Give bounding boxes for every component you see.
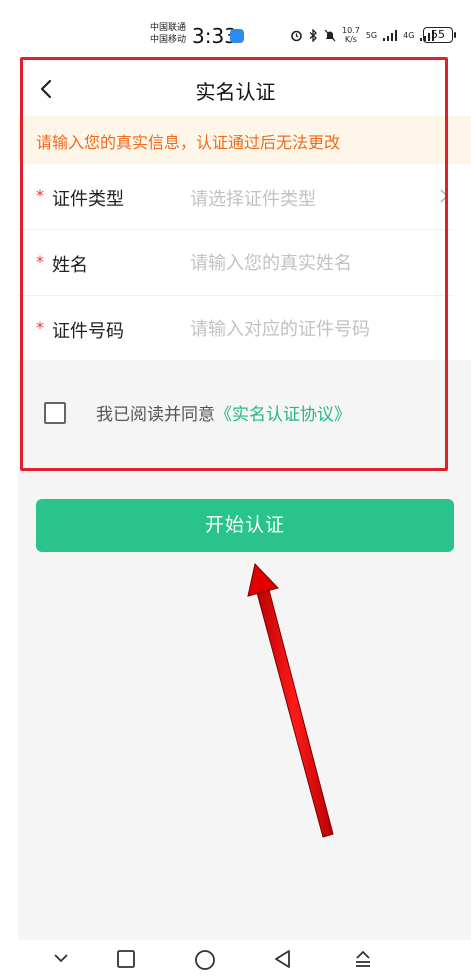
id-number-label: 证件号码 [52,321,124,342]
mute-icon [324,29,336,41]
chevron-right-icon [440,189,449,203]
speed-unit: K/s [344,35,357,44]
content-background: 我已阅读并同意 《实名认证协议》 [18,360,471,940]
signal-4g-label: 4G [403,30,415,40]
carrier-names: 中国联通 中国移动 [150,22,186,46]
speed-value: 10.7 [342,26,360,35]
home-icon[interactable] [194,949,216,971]
id-number-input[interactable] [190,312,435,346]
notice-banner: 请输入您的真实信息，认证通过后无法更改 [18,116,471,164]
bluetooth-icon [309,28,317,42]
keyboard-toggle-icon[interactable] [354,949,372,969]
battery-indicator: 55 [423,27,456,43]
agreement-row: 我已阅读并同意 《实名认证协议》 [44,400,351,425]
carrier-2: 中国移动 [150,35,187,45]
required-mark: * [36,252,44,271]
name-label: 姓名 [52,255,88,276]
page-title: 实名认证 [195,80,276,104]
alarm-icon [291,30,302,41]
back-triangle-icon[interactable] [273,949,293,969]
id-type-row[interactable]: * 证件类型 请选择证件类型 [18,164,453,230]
id-type-label: 证件类型 [52,189,124,210]
verification-form: * 证件类型 请选择证件类型 * 姓名 * 证件号码 [18,164,453,361]
signal-icon [383,29,398,41]
name-row: * 姓名 [18,230,453,296]
id-type-select[interactable]: 请选择证件类型 [190,185,316,211]
start-verification-button[interactable]: 开始认证 [36,499,454,552]
nav-header: 实名认证 [0,62,471,116]
notice-text: 请输入您的真实信息，认证通过后无法更改 [36,133,341,152]
agreement-checkbox[interactable] [44,401,66,424]
id-number-row: * 证件号码 [18,296,453,361]
agreement-link[interactable]: 《实名认证协议》 [215,400,351,425]
agreement-text: 我已阅读并同意 [96,405,215,425]
network-speed: 10.7 K/s [342,26,360,44]
carrier-1: 中国联通 [150,23,187,33]
notification-icon [230,29,244,43]
chevron-down-icon[interactable] [52,949,70,967]
required-mark: * [36,186,44,205]
status-icons: 10.7 K/s 5G 4G [290,26,435,44]
name-input[interactable] [190,246,435,280]
required-mark: * [36,318,44,337]
system-nav-bar [0,940,471,978]
recent-apps-icon[interactable] [116,949,136,969]
signal-5g-label: 5G [365,30,378,40]
